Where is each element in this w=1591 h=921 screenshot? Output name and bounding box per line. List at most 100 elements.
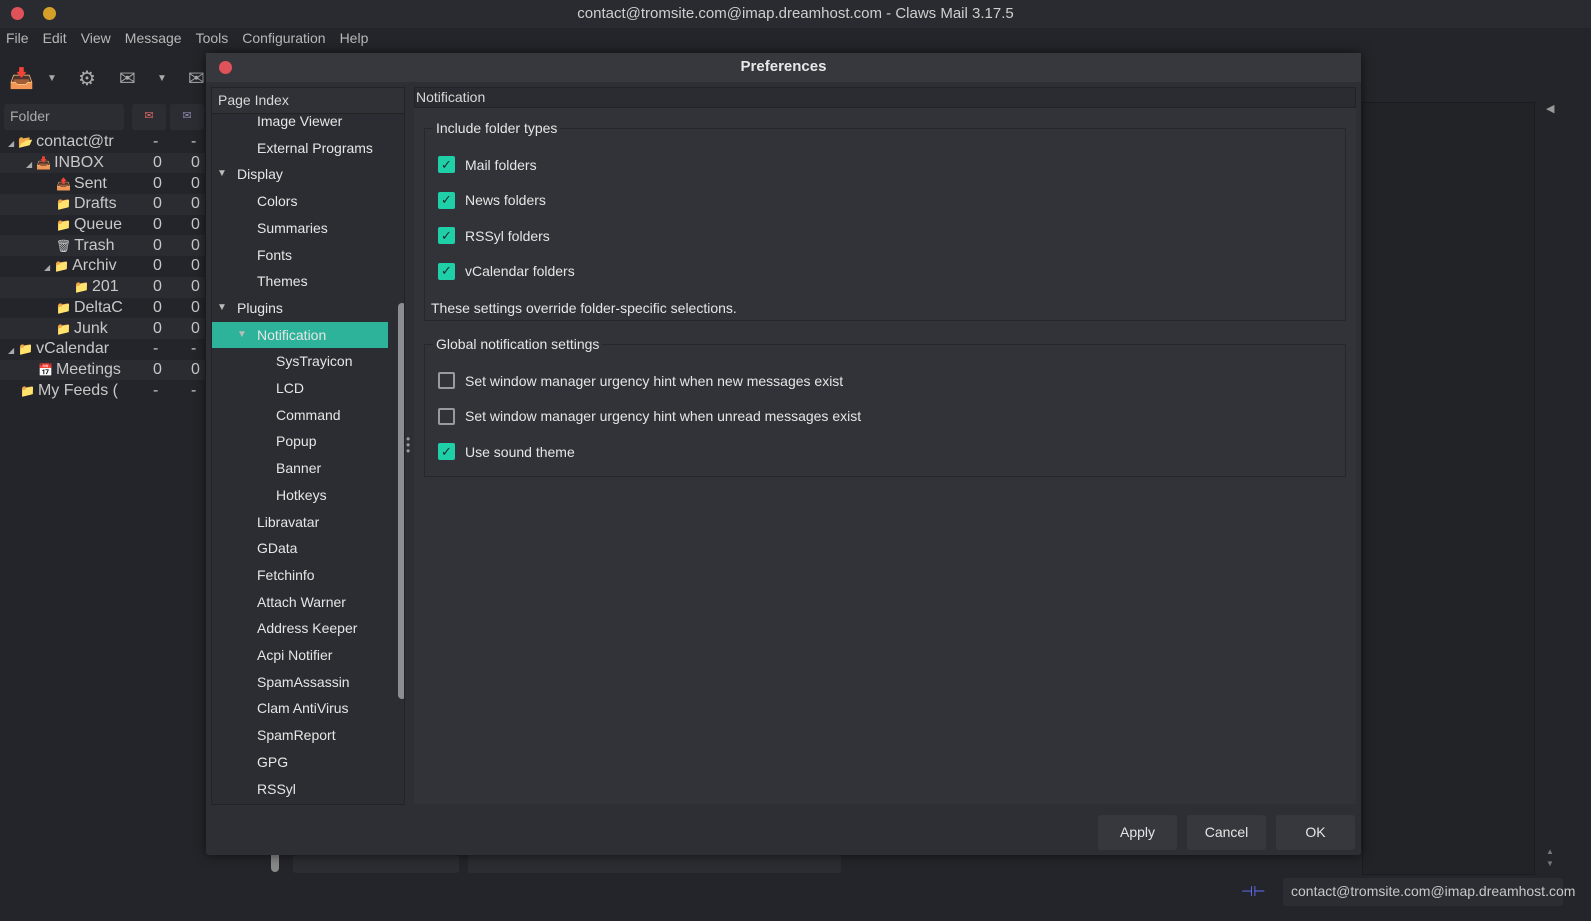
page-index-item[interactable]: LCD [212,375,388,402]
page-index-item[interactable]: SpamAssassin [212,669,388,696]
reply-icon[interactable]: ✉ [188,66,205,91]
folder-row[interactable]: ◢ 📂 contact@tr - - [0,132,205,153]
menu-message[interactable]: Message [125,30,182,54]
expander-icon[interactable]: ◢ [44,263,50,272]
page-index-item[interactable]: Colors [212,188,388,215]
page-index-item[interactable]: ▼ Display [212,161,388,188]
menu-view[interactable]: View [81,30,111,54]
folder-icon: 📥 [36,156,52,171]
expander-icon[interactable]: ◢ [26,160,32,169]
search-type-select[interactable] [293,855,459,873]
get-mail-icon[interactable]: 📥 [9,66,34,91]
connection-icon[interactable]: ⊣⊢ [1241,883,1265,900]
menu-help[interactable]: Help [340,30,369,54]
page-index-item[interactable]: Image Viewer [212,108,388,135]
expander-icon[interactable]: ◢ [8,139,14,148]
checkbox[interactable]: ✓ [438,443,455,460]
dialog-close-button[interactable] [219,61,232,74]
page-index-label: GData [257,540,298,557]
expander-icon[interactable]: ▼ [217,168,227,179]
page-index-label: Display [237,166,283,183]
folder-row[interactable]: 📁 Queue 0 0 [0,215,205,236]
page-index-item[interactable]: Fonts [212,242,388,269]
cancel-button[interactable]: Cancel [1187,815,1266,850]
checkbox[interactable] [438,372,455,389]
checkbox-option[interactable]: ✓ News folders [438,191,546,209]
expander-icon[interactable]: ▼ [237,329,247,340]
folder-icon: 📁 [20,383,35,398]
page-index-item[interactable]: Address Keeper [212,615,388,642]
expander-icon[interactable]: ▼ [217,302,227,313]
folder-row[interactable]: ◢ 📁 Archiv 0 0 [0,256,205,277]
page-index-scrollbar[interactable] [398,303,404,699]
total-count: - [191,133,197,151]
folder-row[interactable]: 📁 DeltaC 0 0 [0,298,205,319]
page-index-item[interactable]: SysTrayicon [212,348,388,375]
page-index-label: Image Viewer [257,113,343,129]
total-column-icon[interactable]: ✉ [170,104,204,130]
apply-button[interactable]: Apply [1098,815,1177,850]
total-count: 0 [191,319,200,337]
folder-row[interactable]: ◢ 📥 INBOX 0 0 [0,152,205,174]
folder-column-header[interactable]: Folder [4,104,124,130]
page-index-item[interactable]: Popup [212,428,388,455]
collapse-arrow-icon[interactable]: ◀ [1546,102,1554,115]
unread-count: 0 [153,154,162,172]
checkbox-option[interactable]: ✓ Mail folders [438,156,537,173]
folder-icon: 📤 [56,176,71,191]
menu-edit[interactable]: Edit [43,30,67,54]
get-mail-dropdown-icon[interactable]: ▼ [47,73,57,84]
folder-icon: 📅 [38,362,53,377]
page-index-item[interactable]: Banner [212,455,388,482]
expander-icon[interactable]: ◢ [8,346,14,355]
scroll-arrows-icon[interactable]: ▲ ▼ [1546,846,1554,870]
folder-row[interactable]: 📅 Meetings 0 0 [0,359,205,381]
page-index-item[interactable]: GData [212,535,388,562]
folder-row[interactable]: 📁 My Feeds (- - [0,380,205,401]
page-index-item[interactable]: External Programs [212,135,388,162]
checkbox-option[interactable]: Set window manager urgency hint when unr… [438,407,861,425]
compose-dropdown-icon[interactable]: ▼ [157,73,167,84]
checkbox-option[interactable]: ✓ RSSyl folders [438,227,550,244]
page-index-item[interactable]: SpamReport [212,722,388,749]
checkbox[interactable]: ✓ [438,262,455,280]
page-index-item[interactable]: RSSyl [212,776,388,803]
checkbox[interactable] [438,407,455,425]
menu-tools[interactable]: Tools [196,30,229,54]
folder-row[interactable]: 📁 Junk 0 0 [0,318,205,339]
page-index-item[interactable]: Fetchinfo [212,562,388,589]
compose-icon[interactable]: ✉ [119,66,136,91]
checkbox-option[interactable]: ✓ vCalendar folders [438,262,575,280]
folder-row[interactable]: 📁 Drafts 0 0 [0,194,205,215]
page-index-item[interactable]: Attach Warner [212,589,388,616]
checkbox-option[interactable]: ✓ Use sound theme [438,443,575,460]
page-index-item[interactable]: Acpi Notifier [212,642,388,669]
page-index-item[interactable]: ▼ Notification [212,321,388,349]
checkbox[interactable]: ✓ [438,227,455,244]
unread-count: 0 [153,319,162,337]
page-index-item[interactable]: Clam AntiVirus [212,695,388,722]
send-icon[interactable]: ⚙ [78,66,96,91]
menu-file[interactable]: File [6,30,29,54]
checkbox[interactable]: ✓ [438,191,455,209]
folder-row[interactable]: ◢ 📁 vCalendar - - [0,339,205,360]
unread-column-icon[interactable]: ✉ [132,104,166,130]
unread-count: - [153,381,159,399]
page-index-item[interactable]: Libravatar [212,509,388,536]
folder-row[interactable]: 📤 Sent 0 0 [0,173,205,194]
search-input[interactable] [468,855,841,873]
checkbox-option[interactable]: Set window manager urgency hint when new… [438,372,843,389]
folder-row[interactable]: 🗑 Trash 0 0 [0,235,205,257]
folder-row[interactable]: 📁 201 0 0 [0,276,205,298]
pane-resize-handle[interactable]: • • • [406,433,410,457]
menu-configuration[interactable]: Configuration [242,30,325,54]
page-index-item[interactable]: Summaries [212,215,388,242]
page-index-item[interactable]: ▼ Plugins [212,295,388,322]
page-index-item[interactable]: Hotkeys [212,482,388,509]
checkbox[interactable]: ✓ [438,156,455,173]
page-index-item[interactable]: GPG [212,749,388,776]
page-index-item[interactable]: Themes [212,268,388,295]
ok-button[interactable]: OK [1276,815,1355,850]
page-index-item[interactable]: Command [212,402,388,429]
folder-icon: 🗑 [56,238,72,253]
